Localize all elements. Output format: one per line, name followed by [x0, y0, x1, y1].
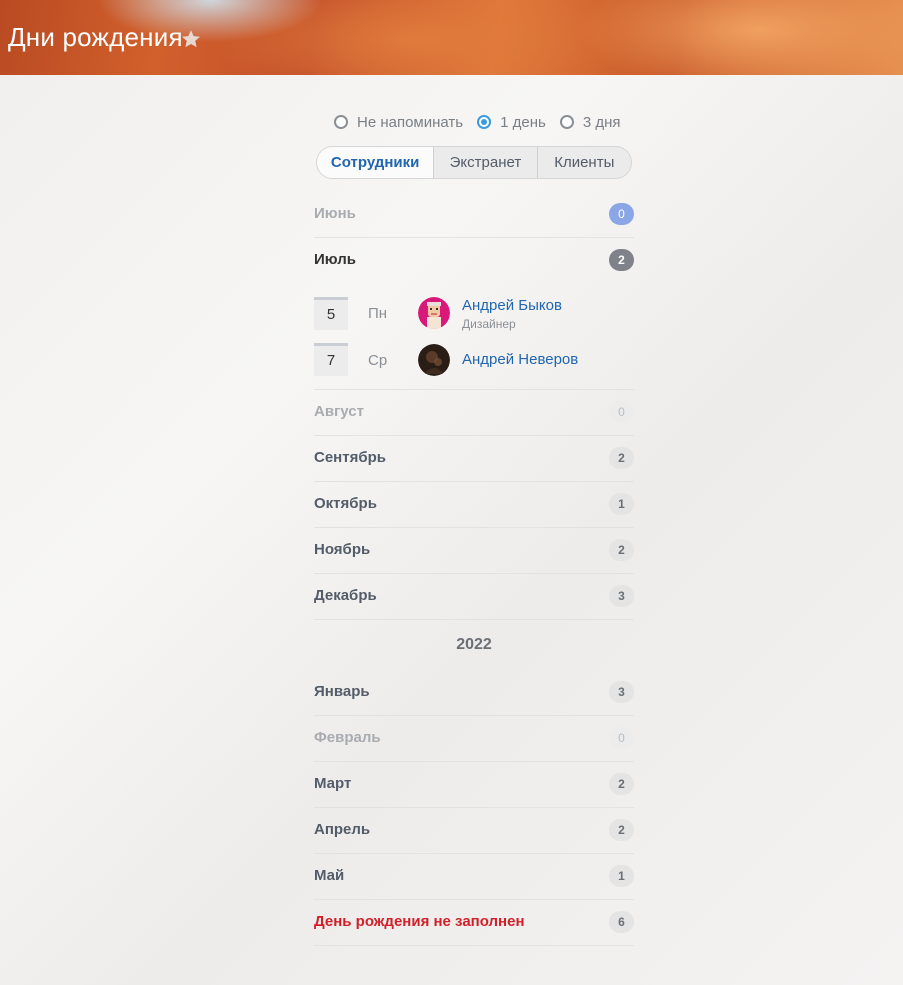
tab-employees[interactable]: Сотрудники [317, 147, 434, 178]
month-count-badge: 2 [609, 447, 634, 469]
month-name: Декабрь [314, 587, 377, 604]
month-count-badge: 2 [609, 539, 634, 561]
month-name: Июль [314, 251, 356, 268]
radio-none[interactable] [334, 115, 348, 129]
weekday: Пн [368, 305, 388, 322]
month-row-july[interactable]: Июль 2 [314, 238, 634, 284]
star-icon[interactable] [180, 28, 202, 50]
month-count-badge: 1 [609, 865, 634, 887]
reminder-options: Не напоминать 1 день 3 дня [334, 110, 634, 134]
reminder-none-option[interactable]: Не напоминать [334, 114, 463, 131]
month-row-december[interactable]: Декабрь 3 [314, 574, 634, 620]
day-box: 7 [314, 343, 348, 376]
month-count-badge: 0 [609, 727, 634, 749]
month-name: Январь [314, 683, 370, 700]
radio-3days[interactable] [559, 115, 574, 129]
avatar-pixel-icon [418, 297, 450, 329]
month-name: Август [314, 403, 364, 420]
row-birthday-not-filled[interactable]: День рождения не заполнен 6 [314, 900, 634, 946]
month-name: Ноябрь [314, 541, 371, 558]
reminder-none-label: Не напоминать [357, 113, 464, 131]
page-title: Дни рождения [8, 22, 183, 52]
month-name: Апрель [314, 821, 371, 838]
reminder-3days-option[interactable]: 3 дня [559, 113, 621, 131]
month-name: Март [314, 775, 352, 792]
month-row-january[interactable]: Январь 3 [314, 670, 634, 716]
month-count-badge: 3 [609, 585, 634, 607]
month-count-badge: 2 [609, 249, 634, 271]
month-count-badge: 2 [609, 819, 634, 841]
birthday-entry: 5 Пн Андрей Быков Дизайнер [314, 297, 634, 331]
weekday: Ср [368, 352, 388, 369]
month-row-february[interactable]: Февраль 0 [314, 716, 634, 762]
month-row-august[interactable]: Август 0 [314, 390, 634, 436]
reminder-3days-label: 3 дня [582, 113, 621, 131]
reminder-1day-label: 1 день [500, 113, 546, 131]
month-row-november[interactable]: Ноябрь 2 [314, 528, 634, 574]
month-count-badge: 1 [609, 493, 634, 515]
month-count-badge: 0 [609, 401, 634, 423]
month-name: Май [314, 867, 345, 884]
month-row-september[interactable]: Сентябрь 2 [314, 436, 634, 482]
month-count-badge: 3 [609, 681, 634, 703]
month-row-april[interactable]: Апрель 2 [314, 808, 634, 854]
month-row-october[interactable]: Октябрь 1 [314, 482, 634, 528]
month-row-may[interactable]: Май 1 [314, 854, 634, 900]
avatar[interactable] [418, 344, 450, 376]
avatar-photo-icon [418, 344, 450, 376]
reminder-1day-option[interactable]: 1 день [477, 114, 546, 131]
person-role: Дизайнер [462, 317, 516, 331]
audience-tabs: Сотрудники Экстранет Клиенты [316, 146, 632, 179]
month-count-badge: 2 [609, 773, 634, 795]
month-row-march[interactable]: Март 2 [314, 762, 634, 808]
tab-extranet[interactable]: Экстранет [433, 147, 536, 178]
radio-1day[interactable] [477, 115, 492, 129]
birthday-entry: 7 Ср Андрей Неверов [314, 343, 634, 377]
tab-clients[interactable]: Клиенты [536, 147, 631, 178]
person-name-link[interactable]: Андрей Неверов [462, 351, 578, 368]
month-count-badge: 0 [609, 203, 634, 225]
month-name: Октябрь [314, 495, 377, 512]
month-name: Сентябрь [314, 449, 386, 466]
header-banner: Дни рождения [0, 0, 903, 75]
avatar[interactable] [418, 297, 450, 329]
not-filled-label: День рождения не заполнен [314, 913, 525, 930]
not-filled-count-badge: 6 [609, 911, 634, 933]
year-label: 2022 [456, 636, 492, 653]
month-row-june[interactable]: Июнь 0 [314, 192, 634, 238]
month-name: Июнь [314, 205, 356, 222]
person-name-link[interactable]: Андрей Быков [462, 297, 562, 314]
day-box: 5 [314, 297, 348, 330]
month-name: Февраль [314, 729, 381, 746]
